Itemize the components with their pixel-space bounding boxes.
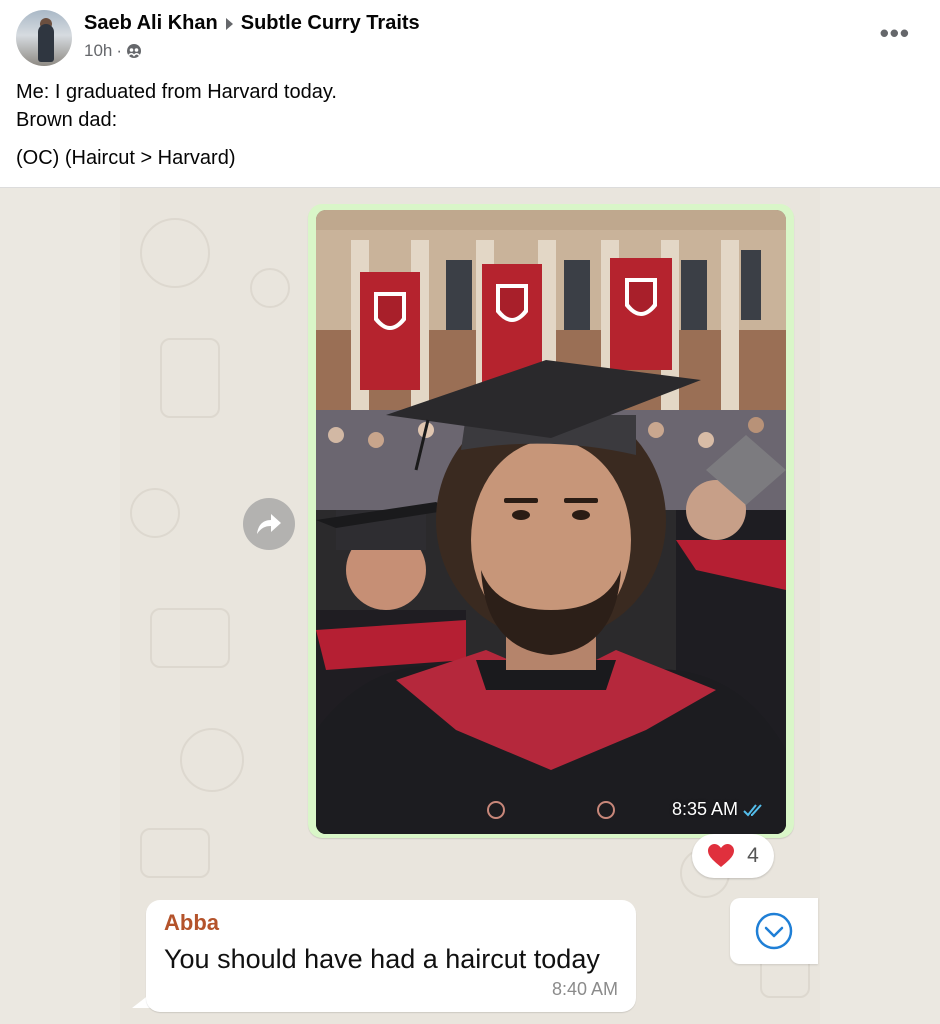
wallpaper-doodle — [130, 488, 180, 538]
reaction-count: 4 — [747, 844, 759, 867]
post-text-line: (OC) (Haircut > Harvard) — [16, 147, 236, 169]
outgoing-photo-bubble[interactable]: 8:35 AM — [308, 204, 794, 838]
more-options-icon[interactable]: ••• — [880, 20, 910, 46]
forward-button[interactable] — [243, 498, 295, 550]
heart-icon — [708, 844, 735, 867]
group-icon — [127, 44, 142, 58]
message-time: 8:40 AM — [551, 979, 618, 999]
incoming-message-bubble[interactable]: Abba You should have had a haircut today… — [146, 900, 636, 1012]
wallpaper-doodle — [180, 728, 244, 792]
post-text-line: Brown dad: — [16, 109, 118, 131]
message-text: You should have had a haircut today — [164, 944, 600, 974]
avatar[interactable] — [16, 10, 72, 66]
group-name[interactable]: Subtle Curry Traits — [241, 12, 420, 35]
chevron-down-circle-icon — [755, 912, 793, 950]
meta-separator: · — [116, 41, 123, 60]
wallpaper-doodle — [160, 338, 220, 418]
post-text-line: Me: I graduated from Harvard today. — [16, 81, 337, 103]
caret-right-icon — [225, 17, 233, 30]
post-author-line: Saeb Ali Khan Subtle Curry Traits — [84, 12, 420, 35]
sender-name[interactable]: Abba — [164, 910, 219, 936]
wallpaper-doodle — [140, 828, 210, 878]
post-body: Me: I graduated from Harvard today. Brow… — [16, 78, 916, 172]
author-name[interactable]: Saeb Ali Khan — [84, 12, 218, 35]
post-header: Saeb Ali Khan Subtle Curry Traits 10h · … — [0, 0, 940, 188]
photo-time: 8:35 AM — [671, 799, 738, 819]
wallpaper-doodle — [140, 218, 210, 288]
graduation-photo[interactable]: 8:35 AM — [316, 210, 786, 834]
wallpaper-doodle — [150, 608, 230, 668]
post-time[interactable]: 10h — [84, 41, 112, 61]
forward-arrow-icon — [257, 514, 281, 534]
graduation-selfie-image — [316, 210, 786, 834]
photo-timestamp: 8:35 AM — [672, 799, 768, 820]
double-check-icon — [743, 803, 762, 816]
scroll-down-button[interactable] — [730, 898, 818, 964]
chat-screenshot: 8:35 AM 4 Abba You should have had a hai… — [0, 188, 940, 1024]
wallpaper-doodle — [250, 268, 290, 308]
avatar-figure — [38, 24, 54, 62]
reaction-badge[interactable]: 4 — [692, 834, 774, 878]
post-meta: 10h · — [84, 41, 142, 61]
